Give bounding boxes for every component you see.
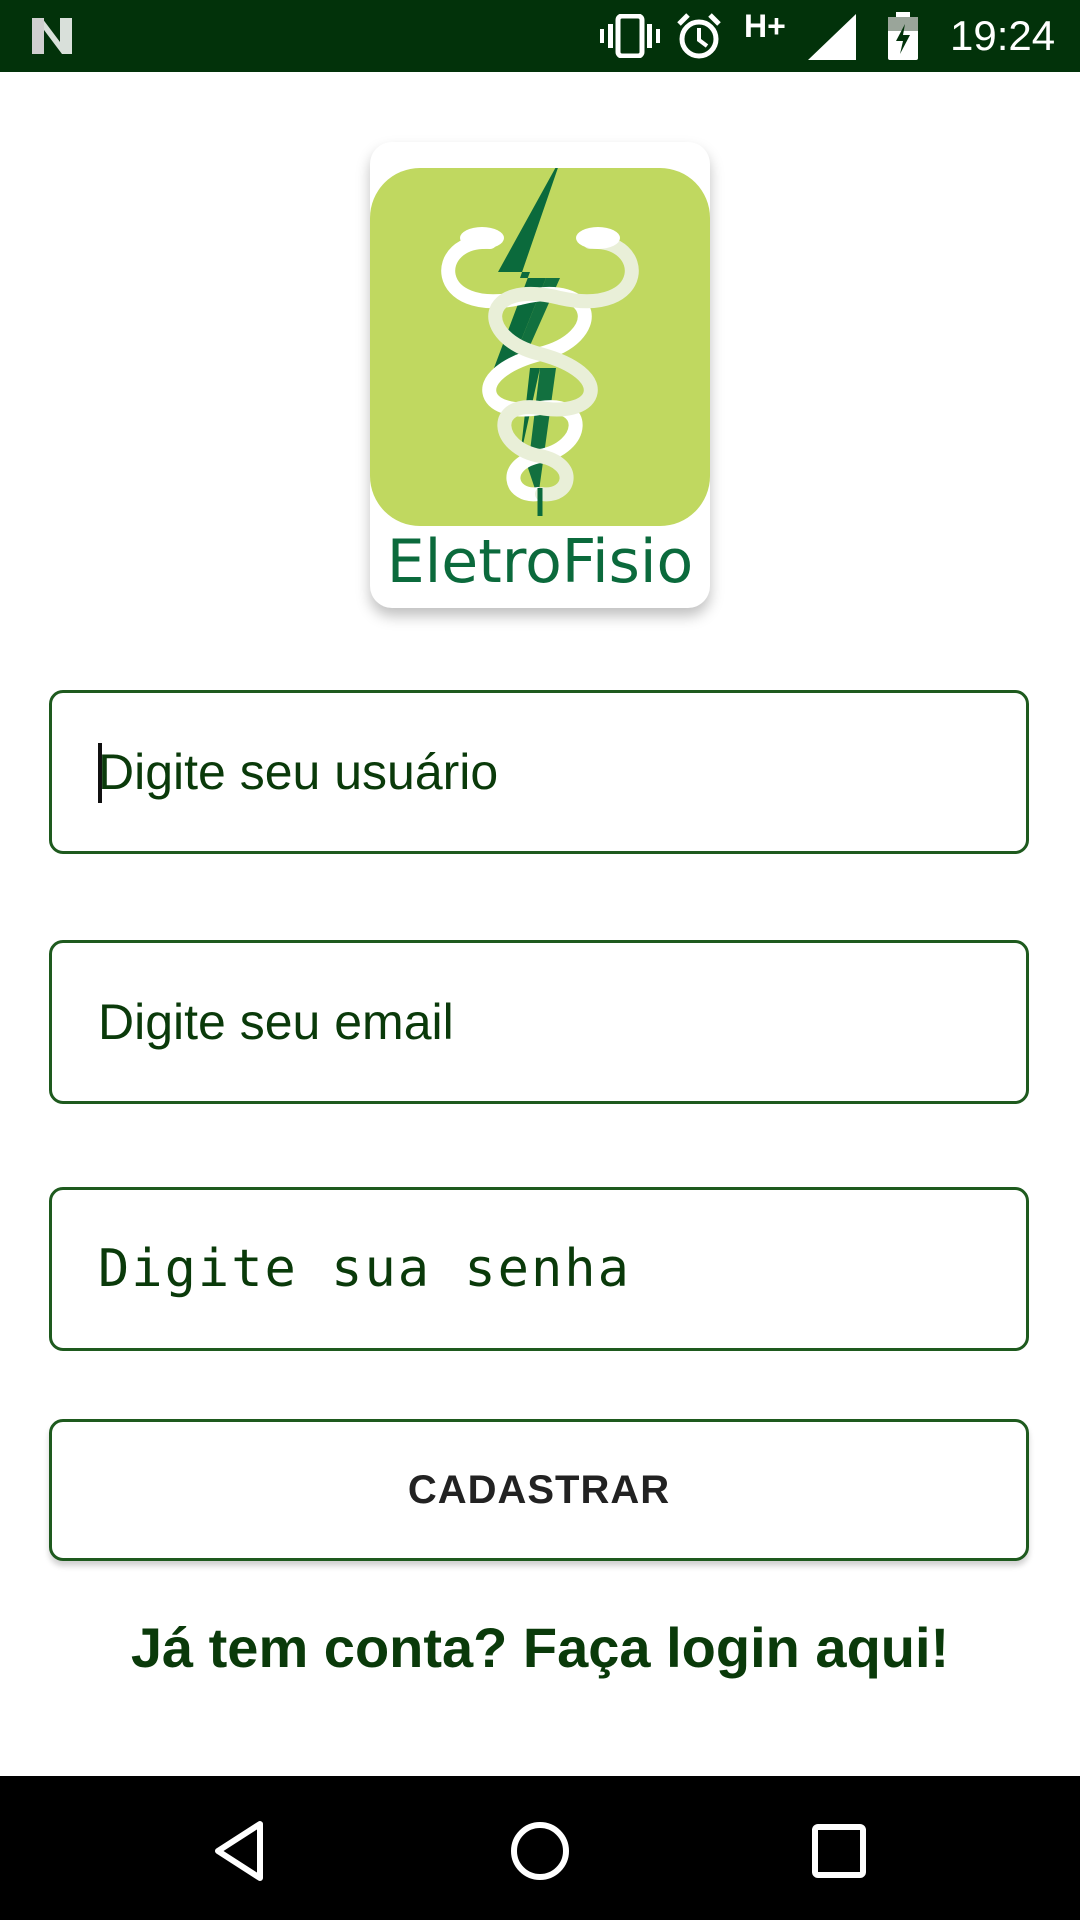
username-input[interactable]: [98, 693, 978, 851]
vibrate-icon: [600, 14, 660, 58]
clock: 19:24: [950, 12, 1056, 59]
network-type-label: H+: [744, 8, 786, 44]
back-icon[interactable]: [206, 1816, 276, 1886]
password-field[interactable]: [49, 1187, 1029, 1351]
logo-wordmark: EletroFisio: [386, 527, 694, 597]
recents-icon[interactable]: [804, 1816, 874, 1886]
email-input[interactable]: [98, 943, 978, 1101]
password-input[interactable]: [98, 1190, 978, 1348]
login-link[interactable]: Já tem conta? Faça login aqui!: [0, 1615, 1080, 1680]
text-cursor: [98, 743, 102, 803]
home-icon[interactable]: [505, 1816, 575, 1886]
navigation-bar: [0, 1776, 1080, 1920]
register-button-label: CADASTRAR: [407, 1467, 671, 1512]
signal-icon: [808, 14, 856, 60]
status-bar: H+ 19:24: [0, 0, 1080, 72]
battery-charging-icon: [888, 12, 918, 60]
alarm-icon: [677, 13, 721, 59]
n-logo-icon: [32, 18, 72, 54]
email-field[interactable]: [49, 940, 1029, 1104]
username-field[interactable]: [49, 690, 1029, 854]
screen: H+ 19:24 EletroFisio Digite seu usuário …: [0, 0, 1080, 1920]
register-button[interactable]: CADASTRAR: [49, 1419, 1029, 1561]
